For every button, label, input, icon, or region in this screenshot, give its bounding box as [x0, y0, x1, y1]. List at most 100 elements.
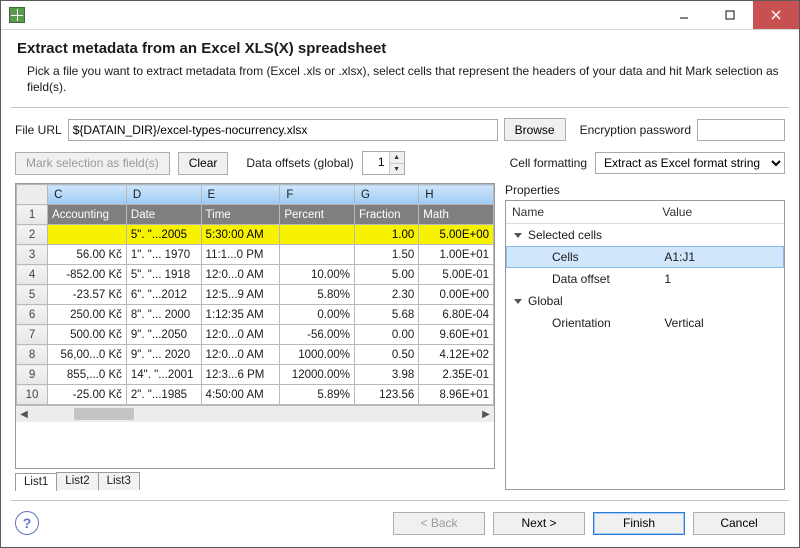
column-header[interactable]: F [280, 185, 355, 205]
file-url-input[interactable] [68, 119, 498, 141]
column-header[interactable]: D [126, 185, 201, 205]
data-cell[interactable] [280, 225, 355, 245]
row-number[interactable]: 10 [17, 385, 48, 405]
data-cell[interactable]: 5.00E+00 [419, 225, 494, 245]
properties-group[interactable]: Global [506, 290, 784, 312]
data-cell[interactable]: 12:3...6 PM [201, 365, 280, 385]
data-cell[interactable]: 1.00E+01 [419, 245, 494, 265]
header-cell[interactable]: Math [419, 205, 494, 225]
data-cell[interactable]: 9". "...2050 [126, 325, 201, 345]
properties-row[interactable]: OrientationVertical [506, 312, 784, 334]
row-number[interactable]: 5 [17, 285, 48, 305]
row-number[interactable]: 4 [17, 265, 48, 285]
row-number[interactable]: 9 [17, 365, 48, 385]
data-cell[interactable]: 5.80% [280, 285, 355, 305]
back-button[interactable]: < Back [393, 512, 485, 535]
row-number[interactable]: 3 [17, 245, 48, 265]
data-cell[interactable]: 1.00 [355, 225, 419, 245]
data-cell[interactable]: 2.30 [355, 285, 419, 305]
data-cell[interactable]: 500.00 Kč [48, 325, 127, 345]
cell-formatting-select[interactable]: Extract as Excel format string [595, 152, 785, 174]
data-cell[interactable]: -852.00 Kč [48, 265, 127, 285]
data-cell[interactable]: 123.56 [355, 385, 419, 405]
data-cell[interactable]: 6.80E-04 [419, 305, 494, 325]
window-close-button[interactable] [753, 1, 799, 29]
row-number[interactable]: 1 [17, 205, 48, 225]
header-cell[interactable]: Percent [280, 205, 355, 225]
cancel-button[interactable]: Cancel [693, 512, 785, 535]
data-cell[interactable]: 5.00 [355, 265, 419, 285]
properties-row[interactable]: CellsA1:J1 [506, 246, 784, 268]
data-cell[interactable]: 2". "...1985 [126, 385, 201, 405]
data-cell[interactable]: 5". "... 1918 [126, 265, 201, 285]
header-cell[interactable]: Accounting [48, 205, 127, 225]
data-cell[interactable]: 0.50 [355, 345, 419, 365]
data-cell[interactable]: 12:0...0 AM [201, 325, 280, 345]
column-header[interactable]: G [355, 185, 419, 205]
row-number[interactable]: 2 [17, 225, 48, 245]
sheet-tab[interactable]: List1 [15, 473, 57, 491]
next-button[interactable]: Next > [493, 512, 585, 535]
data-cell[interactable] [48, 225, 127, 245]
header-cell[interactable]: Fraction [355, 205, 419, 225]
data-cell[interactable]: 12:0...0 AM [201, 265, 280, 285]
header-cell[interactable]: Time [201, 205, 280, 225]
data-cell[interactable]: 1". "... 1970 [126, 245, 201, 265]
data-cell[interactable]: 2.35E-01 [419, 365, 494, 385]
scroll-left-icon[interactable]: ◀ [16, 409, 32, 420]
data-cell[interactable]: 250.00 Kč [48, 305, 127, 325]
data-cell[interactable]: 5.68 [355, 305, 419, 325]
data-cell[interactable]: 0.00 [355, 325, 419, 345]
data-cell[interactable]: 5:30:00 AM [201, 225, 280, 245]
data-cell[interactable]: 8.96E+01 [419, 385, 494, 405]
data-cell[interactable] [280, 245, 355, 265]
data-cell[interactable]: 14". "...2001 [126, 365, 201, 385]
sheet-tab[interactable]: List2 [56, 472, 98, 490]
data-cell[interactable]: -25.00 Kč [48, 385, 127, 405]
spinner-down-icon[interactable]: ▼ [390, 164, 404, 175]
data-cell[interactable]: 12:5...9 AM [201, 285, 280, 305]
data-cell[interactable]: 4:50:00 AM [201, 385, 280, 405]
clear-button[interactable]: Clear [178, 152, 229, 175]
encryption-password-input[interactable] [697, 119, 785, 141]
data-offsets-spinner[interactable]: ▲ ▼ [362, 151, 405, 175]
data-cell[interactable]: 9.60E+01 [419, 325, 494, 345]
data-cell[interactable]: -23.57 Kč [48, 285, 127, 305]
column-header[interactable]: C [48, 185, 127, 205]
finish-button[interactable]: Finish [593, 512, 685, 535]
data-cell[interactable]: 1000.00% [280, 345, 355, 365]
window-maximize-button[interactable] [707, 1, 753, 29]
properties-group[interactable]: Selected cells [506, 224, 784, 246]
window-minimize-button[interactable] [661, 1, 707, 29]
data-cell[interactable]: 1.50 [355, 245, 419, 265]
data-cell[interactable]: 855,...0 Kč [48, 365, 127, 385]
data-cell[interactable]: -56.00% [280, 325, 355, 345]
help-icon[interactable]: ? [15, 511, 39, 535]
data-cell[interactable]: 9". "... 2020 [126, 345, 201, 365]
header-cell[interactable]: Date [126, 205, 201, 225]
properties-row[interactable]: Data offset1 [506, 268, 784, 290]
column-header[interactable]: H [419, 185, 494, 205]
row-number[interactable]: 7 [17, 325, 48, 345]
data-cell[interactable]: 11:1...0 PM [201, 245, 280, 265]
data-cell[interactable]: 5". "...2005 [126, 225, 201, 245]
properties-tree[interactable]: Name Value Selected cellsCellsA1:J1Data … [505, 200, 785, 490]
horizontal-scrollbar[interactable]: ◀ ▶ [16, 405, 494, 422]
row-number[interactable]: 8 [17, 345, 48, 365]
data-cell[interactable]: 5.89% [280, 385, 355, 405]
data-cell[interactable]: 4.12E+02 [419, 345, 494, 365]
data-cell[interactable]: 1:12:35 AM [201, 305, 280, 325]
data-cell[interactable]: 8". "... 2000 [126, 305, 201, 325]
data-cell[interactable]: 3.98 [355, 365, 419, 385]
data-cell[interactable]: 12:0...0 AM [201, 345, 280, 365]
data-cell[interactable]: 10.00% [280, 265, 355, 285]
sheet-tab[interactable]: List3 [98, 472, 140, 490]
preview-table[interactable]: CDEFGH 1AccountingDateTimePercentFractio… [16, 184, 494, 405]
spinner-up-icon[interactable]: ▲ [390, 152, 404, 164]
data-cell[interactable]: 56,00...0 Kč [48, 345, 127, 365]
column-header[interactable]: E [201, 185, 280, 205]
browse-button[interactable]: Browse [504, 118, 566, 141]
data-cell[interactable]: 0.00E+00 [419, 285, 494, 305]
data-cell[interactable]: 56.00 Kč [48, 245, 127, 265]
data-cell[interactable]: 5.00E-01 [419, 265, 494, 285]
